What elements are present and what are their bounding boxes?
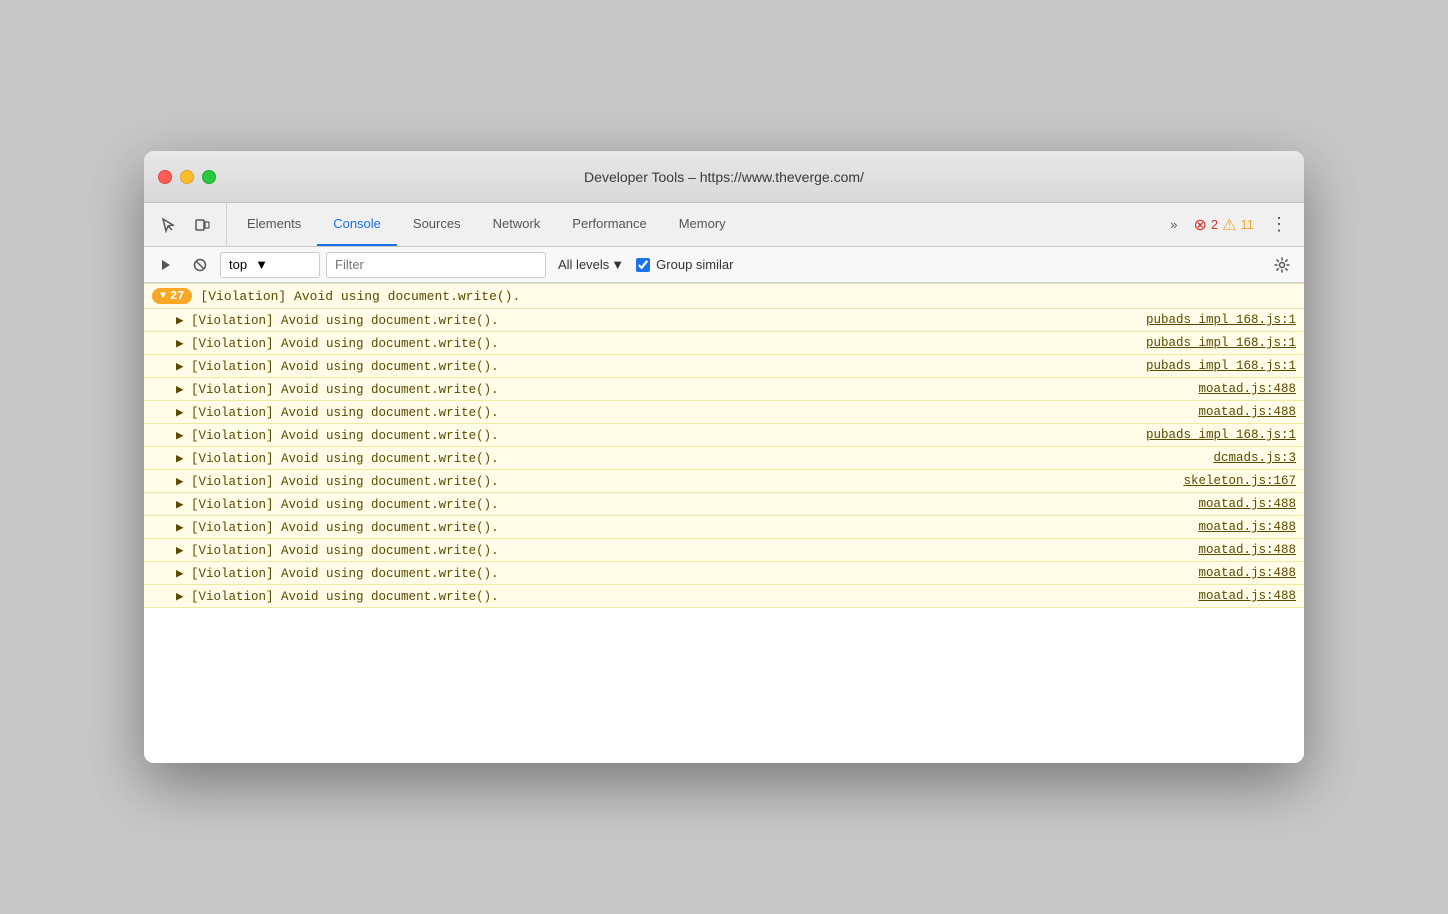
tab-performance[interactable]: Performance	[556, 203, 662, 246]
group-similar-label[interactable]: Group similar	[656, 257, 733, 272]
error-icon: ⊗	[1194, 215, 1207, 235]
group-triangle-icon: ▼	[160, 291, 166, 302]
tab-bar-tools	[152, 203, 227, 246]
table-row: ▶ [Violation] Avoid using document.write…	[144, 539, 1304, 562]
cursor-icon	[160, 217, 176, 233]
table-row: ▶ [Violation] Avoid using document.write…	[144, 493, 1304, 516]
settings-gear-icon	[1274, 257, 1290, 273]
tab-list: Elements Console Sources Network Perform…	[231, 203, 1162, 246]
console-toolbar: top ▼ All levels ▼ Group similar	[144, 247, 1304, 283]
tab-console[interactable]: Console	[317, 203, 397, 246]
row-source[interactable]: moatad.js:488	[1182, 520, 1296, 534]
table-row: ▶ [Violation] Avoid using document.write…	[144, 585, 1304, 608]
minimize-button[interactable]	[180, 170, 194, 184]
warn-icon: ⚠	[1222, 215, 1236, 235]
console-group-header[interactable]: ▼ 27 [Violation] Avoid using document.wr…	[144, 283, 1304, 309]
tab-elements[interactable]: Elements	[231, 203, 317, 246]
row-message: ▶ [Violation] Avoid using document.write…	[176, 335, 1130, 351]
close-button[interactable]	[158, 170, 172, 184]
maximize-button[interactable]	[202, 170, 216, 184]
table-row: ▶ [Violation] Avoid using document.write…	[144, 401, 1304, 424]
table-row: ▶ [Violation] Avoid using document.write…	[144, 470, 1304, 493]
group-header-message: [Violation] Avoid using document.write()…	[200, 289, 520, 304]
row-message: ▶ [Violation] Avoid using document.write…	[176, 404, 1182, 420]
row-message: ▶ [Violation] Avoid using document.write…	[176, 519, 1182, 535]
block-icon	[193, 258, 207, 272]
traffic-lights	[158, 170, 216, 184]
row-message: ▶ [Violation] Avoid using document.write…	[176, 473, 1167, 489]
tab-network[interactable]: Network	[477, 203, 557, 246]
table-row: ▶ [Violation] Avoid using document.write…	[144, 309, 1304, 332]
error-badge: ⊗ 2 ⚠ 11	[1186, 203, 1262, 246]
title-bar: Developer Tools – https://www.theverge.c…	[144, 151, 1304, 203]
table-row: ▶ [Violation] Avoid using document.write…	[144, 562, 1304, 585]
more-tabs-button[interactable]: »	[1162, 203, 1185, 246]
group-similar-checkbox[interactable]	[636, 258, 650, 272]
console-content: ▼ 27 [Violation] Avoid using document.wr…	[144, 283, 1304, 763]
table-row: ▶ [Violation] Avoid using document.write…	[144, 378, 1304, 401]
row-source[interactable]: pubads_impl_168.js:1	[1130, 428, 1296, 442]
row-source[interactable]: moatad.js:488	[1182, 566, 1296, 580]
block-icon-button[interactable]	[186, 251, 214, 279]
play-icon	[159, 258, 173, 272]
warn-count: 11	[1241, 217, 1255, 232]
row-source[interactable]: dcmads.js:3	[1197, 451, 1296, 465]
chevron-down-icon: ▼	[255, 257, 268, 272]
inspect-element-button[interactable]	[152, 209, 184, 241]
row-source[interactable]: skeleton.js:167	[1167, 474, 1296, 488]
device-icon	[194, 217, 210, 233]
table-row: ▶ [Violation] Avoid using document.write…	[144, 424, 1304, 447]
error-count: 2	[1211, 217, 1218, 232]
device-toolbar-button[interactable]	[186, 209, 218, 241]
table-row: ▶ [Violation] Avoid using document.write…	[144, 516, 1304, 539]
clear-console-button[interactable]	[152, 251, 180, 279]
row-message: ▶ [Violation] Avoid using document.write…	[176, 565, 1182, 581]
row-message: ▶ [Violation] Avoid using document.write…	[176, 427, 1130, 443]
tab-bar: Elements Console Sources Network Perform…	[144, 203, 1304, 247]
row-source[interactable]: moatad.js:488	[1182, 589, 1296, 603]
row-message: ▶ [Violation] Avoid using document.write…	[176, 358, 1130, 374]
levels-dropdown[interactable]: All levels ▼	[552, 255, 630, 274]
row-message: ▶ [Violation] Avoid using document.write…	[176, 381, 1182, 397]
context-selector[interactable]: top ▼	[220, 252, 320, 278]
row-source[interactable]: pubads_impl_168.js:1	[1130, 313, 1296, 327]
console-settings-button[interactable]	[1268, 251, 1296, 279]
table-row: ▶ [Violation] Avoid using document.write…	[144, 355, 1304, 378]
group-count: 27	[170, 289, 184, 303]
row-message: ▶ [Violation] Avoid using document.write…	[176, 542, 1182, 558]
row-source[interactable]: moatad.js:488	[1182, 543, 1296, 557]
row-message: ▶ [Violation] Avoid using document.write…	[176, 450, 1197, 466]
row-source[interactable]: moatad.js:488	[1182, 382, 1296, 396]
tab-memory[interactable]: Memory	[663, 203, 742, 246]
table-row: ▶ [Violation] Avoid using document.write…	[144, 332, 1304, 355]
devtools-window: Developer Tools – https://www.theverge.c…	[144, 151, 1304, 763]
more-options-button[interactable]: ⋮	[1262, 203, 1296, 246]
row-source[interactable]: pubads_impl_168.js:1	[1130, 359, 1296, 373]
levels-chevron-icon: ▼	[611, 257, 624, 272]
row-source[interactable]: moatad.js:488	[1182, 497, 1296, 511]
row-source[interactable]: pubads_impl_168.js:1	[1130, 336, 1296, 350]
group-similar-control: Group similar	[636, 257, 733, 272]
tab-sources[interactable]: Sources	[397, 203, 477, 246]
row-message: ▶ [Violation] Avoid using document.write…	[176, 588, 1182, 604]
filter-input[interactable]	[326, 252, 546, 278]
window-title: Developer Tools – https://www.theverge.c…	[584, 169, 864, 185]
row-message: ▶ [Violation] Avoid using document.write…	[176, 496, 1182, 512]
group-badge: ▼ 27	[152, 288, 192, 304]
row-message: ▶ [Violation] Avoid using document.write…	[176, 312, 1130, 328]
row-source[interactable]: moatad.js:488	[1182, 405, 1296, 419]
table-row: ▶ [Violation] Avoid using document.write…	[144, 447, 1304, 470]
